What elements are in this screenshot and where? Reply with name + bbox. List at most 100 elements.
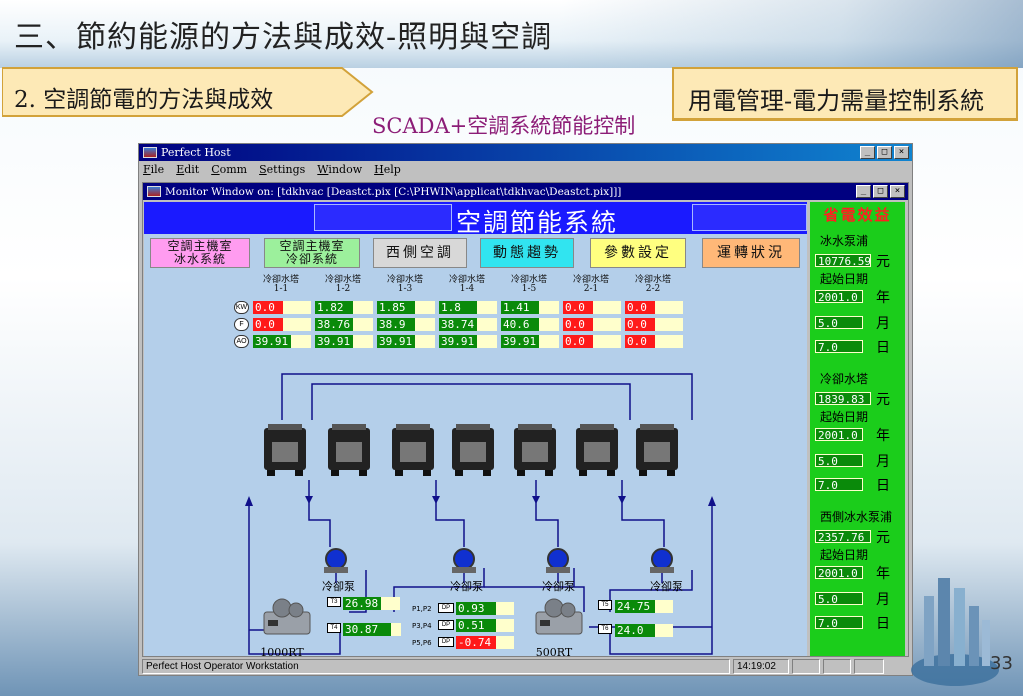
dp-tag-icon-1: DP <box>438 620 454 630</box>
cooling-tower-leg-r-3 <box>483 470 491 476</box>
cooling-tower-leg-r-1 <box>359 470 367 476</box>
cooling-tower-grille-1 <box>336 442 362 462</box>
savings-year-unit-2: 年 <box>876 566 890 582</box>
t4-value: 30.87 <box>343 623 401 636</box>
savings-year-unit-1: 年 <box>876 428 890 444</box>
monitor-close-button[interactable]: × <box>890 185 905 198</box>
savings-start-label-0: 起始日期 <box>820 272 869 286</box>
dp-pair-label-1: P3,P4 <box>412 622 432 630</box>
savings-currency-0: 元 <box>876 254 890 270</box>
cooling-tower-leg-l-1 <box>331 470 339 476</box>
chiller-motor-1 <box>560 602 576 618</box>
t5-sensor-icon: T5 <box>598 600 612 610</box>
savings-amount-2: 2357.76 <box>815 530 871 544</box>
pump-icon-1 <box>453 548 475 570</box>
savings-day-unit-1: 日 <box>876 478 890 494</box>
pump-icon-0 <box>325 548 347 570</box>
cooling-tower-leg-r-4 <box>545 470 553 476</box>
cooling-tower-leg-l-3 <box>455 470 463 476</box>
cooling-tower-grille-0 <box>272 442 298 462</box>
cooling-tower-leg-l-5 <box>579 470 587 476</box>
menubar: File Edit Comm Settings Window Help <box>139 161 912 178</box>
savings-year-2: 2001.0 <box>815 566 863 580</box>
cooling-tower-grille-4 <box>522 442 548 462</box>
menu-file[interactable]: File <box>143 163 164 176</box>
chiller-dome-0 <box>272 598 292 618</box>
collector-pipe-3 <box>621 480 665 547</box>
menu-edit[interactable]: Edit <box>176 163 199 176</box>
return-pipe-top <box>311 383 631 420</box>
t4-sensor-icon: T4 <box>327 623 341 633</box>
t3-value: 26.98 <box>343 597 400 610</box>
flow-arrow-icon-3 <box>618 496 626 504</box>
savings-year-unit-0: 年 <box>876 290 890 306</box>
savings-month-unit-1: 月 <box>876 454 890 470</box>
cooling-tower-leg-l-2 <box>395 470 403 476</box>
chiller-dome-1 <box>544 598 564 618</box>
pump-label-1: 冷卻泵 <box>450 580 483 593</box>
t5-value: 24.75 <box>615 600 673 613</box>
savings-year-1: 2001.0 <box>815 428 863 442</box>
close-button[interactable]: × <box>894 146 909 159</box>
dp-value-2: -0.74 <box>456 636 514 649</box>
status-slot-3 <box>854 659 884 674</box>
pump-base-2 <box>546 567 570 573</box>
pump-icon-3 <box>651 548 673 570</box>
t3-sensor-icon: T3 <box>327 597 341 607</box>
scada-canvas: 空調節能系統 空調主機室 冰水系統 空調主機室 冷卻系統 西側空調 動態趨勢 參數設定運… <box>144 202 807 656</box>
cooling-tower-grille-6 <box>644 442 670 462</box>
menu-window[interactable]: Window <box>317 163 362 176</box>
cooling-tower-cap-0 <box>268 424 302 430</box>
menu-comm[interactable]: Comm <box>211 163 247 176</box>
cooling-tower-leg-r-2 <box>423 470 431 476</box>
slide-subtitle: SCADA+空調系統節能控制 <box>372 114 636 138</box>
menu-help[interactable]: Help <box>374 163 401 176</box>
savings-start-label-1: 起始日期 <box>820 410 869 424</box>
cooling-tower-cap-3 <box>456 424 490 430</box>
savings-name-1: 冷卻水塔 <box>820 372 869 386</box>
savings-currency-1: 元 <box>876 392 890 408</box>
monitor-title: Monitor Window on: [tdkhvac [Deastct.pix… <box>165 185 622 198</box>
t6-sensor-icon: T6 <box>598 624 612 634</box>
perfect-host-window: Perfect Host _ □ × File Edit Comm Settin… <box>138 143 913 676</box>
monitor-titlebar: Monitor Window on: [tdkhvac [Deastct.pix… <box>143 183 908 200</box>
cooling-tower-grille-5 <box>584 442 610 462</box>
savings-panel: 省電效益 冰水泵浦 10776.59 元起始日期 2001.0 年 5.0 月 7.0 日冷卻水… <box>810 202 905 656</box>
cooling-tower-leg-r-6 <box>667 470 675 476</box>
chiller-panel-0 <box>268 620 278 626</box>
savings-amount-1: 1839.83 <box>815 392 871 406</box>
monitor-minimize-button[interactable]: _ <box>856 185 871 198</box>
monitor-maximize-button[interactable]: □ <box>873 185 888 198</box>
status-slot-1 <box>792 659 820 674</box>
chiller2-label: 500RT <box>535 646 573 656</box>
savings-amount-0: 10776.59 <box>815 254 871 268</box>
maximize-button[interactable]: □ <box>877 146 892 159</box>
section-tag-right: 用電管理-電力需量控制系統 <box>672 67 1018 121</box>
pump-base-0 <box>324 567 348 573</box>
cooling-tower-cap-1 <box>332 424 366 430</box>
building-decoration-icon <box>911 578 999 686</box>
pump-label-0: 冷卻泵 <box>322 580 355 593</box>
section-left-label: 2. 空調節電的方法與成效 <box>14 87 274 113</box>
monitor-window: Monitor Window on: [tdkhvac [Deastct.pix… <box>142 182 909 657</box>
section-tag-left: 2. 空調節電的方法與成效 <box>2 66 374 118</box>
minimize-button[interactable]: _ <box>860 146 875 159</box>
statusbar: Perfect Host Operator Workstation 14:19:… <box>142 659 909 675</box>
pump-label-2: 冷卻泵 <box>542 580 575 593</box>
monitor-logo-icon <box>147 186 161 197</box>
collector-pipe-2 <box>535 480 559 547</box>
savings-day-2: 7.0 <box>815 616 863 630</box>
left-riser-arrow-icon <box>245 496 253 506</box>
cooling-tower-leg-r-0 <box>295 470 303 476</box>
slide-title: 三、節約能源的方法與成效-照明與空調 <box>14 20 553 55</box>
dp-pair-label-2: P5,P6 <box>412 639 432 647</box>
app-title: Perfect Host <box>161 146 231 159</box>
status-text: Perfect Host Operator Workstation <box>142 659 730 674</box>
cooling-tower-leg-l-0 <box>267 470 275 476</box>
cooling-tower-leg-l-4 <box>517 470 525 476</box>
savings-month-2: 5.0 <box>815 592 863 606</box>
app-titlebar: Perfect Host _ □ × <box>139 144 912 161</box>
flow-arrow-icon-1 <box>432 496 440 504</box>
menu-settings[interactable]: Settings <box>259 163 305 176</box>
cooling-tower-cap-6 <box>640 424 674 430</box>
